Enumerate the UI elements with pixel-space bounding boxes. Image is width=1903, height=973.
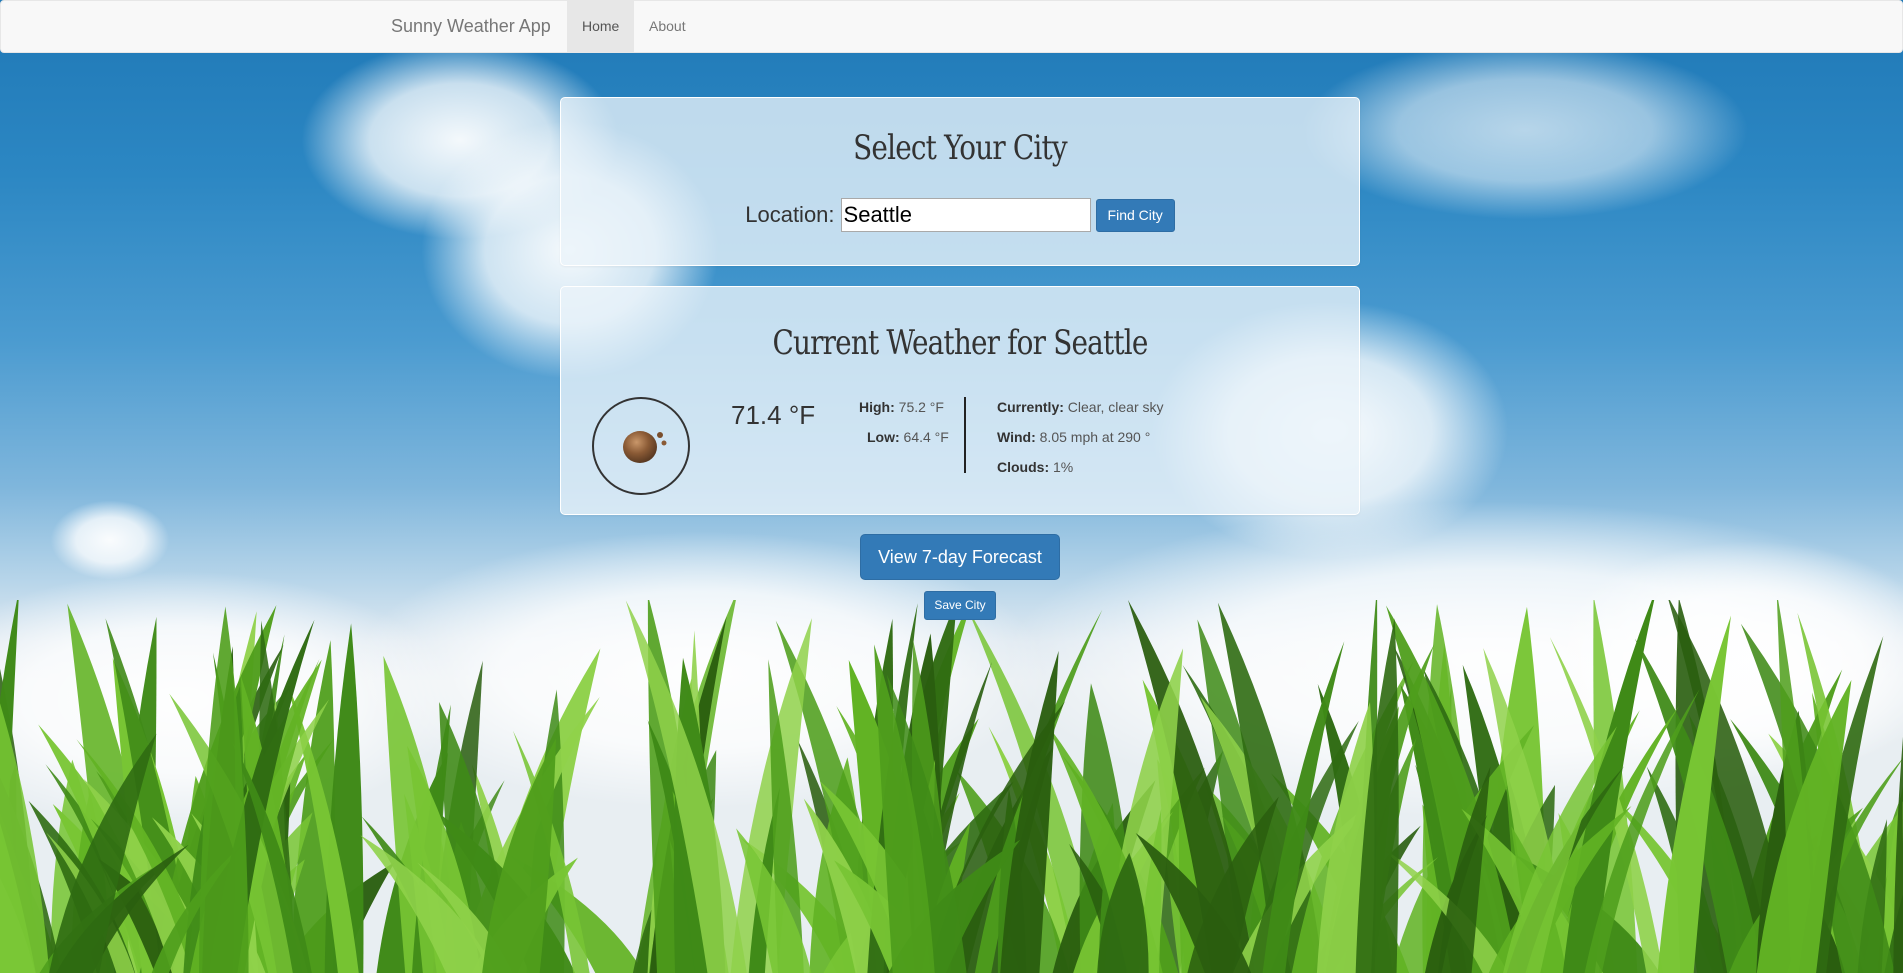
clouds-value: 1% <box>1053 459 1074 475</box>
weather-panel-title: Current Weather for Seattle <box>772 323 1148 363</box>
wind-label: Wind: <box>997 429 1036 445</box>
details-divider <box>964 397 966 473</box>
wind-value: 8.05 mph at 290 ° <box>1039 429 1151 445</box>
dust-weather-icon <box>592 397 690 495</box>
view-forecast-button[interactable]: View 7-day Forecast <box>860 534 1060 580</box>
currently-label: Currently: <box>997 399 1064 415</box>
low-value: 64.4 °F <box>903 429 949 445</box>
high-temperature: High: 75.2 °F <box>859 399 944 415</box>
location-row: Location: Find City <box>561 198 1359 232</box>
low-temperature: Low: 64.4 °F <box>867 429 949 445</box>
currently-value: Clear, clear sky <box>1067 399 1164 415</box>
wind-info: Wind: 8.05 mph at 290 ° <box>997 429 1150 445</box>
low-label: Low: <box>867 429 900 445</box>
nav-about-link[interactable]: About <box>634 1 701 52</box>
high-value: 75.2 °F <box>898 399 944 415</box>
current-conditions: Currently: Clear, clear sky <box>997 399 1164 415</box>
current-temperature: 71.4 °F <box>731 400 816 430</box>
save-city-button[interactable]: Save City <box>924 591 996 620</box>
location-input[interactable] <box>840 198 1091 232</box>
brand-link[interactable]: Sunny Weather App <box>391 1 551 52</box>
location-label: Location: <box>745 202 835 227</box>
city-panel-title: Select Your City <box>853 128 1068 168</box>
clouds-label: Clouds: <box>997 459 1050 475</box>
city-select-panel: Select Your City Location: Find City <box>560 97 1360 266</box>
find-city-button[interactable]: Find City <box>1095 198 1175 232</box>
cornfield-image <box>0 600 1903 973</box>
nav-home-link[interactable]: Home <box>567 1 635 52</box>
clouds-info: Clouds: 1% <box>997 459 1073 475</box>
current-weather-panel: Current Weather for Seattle 71.4 °F High… <box>560 286 1360 515</box>
navbar: Sunny Weather App Home About <box>0 0 1903 53</box>
high-label: High: <box>859 399 895 415</box>
